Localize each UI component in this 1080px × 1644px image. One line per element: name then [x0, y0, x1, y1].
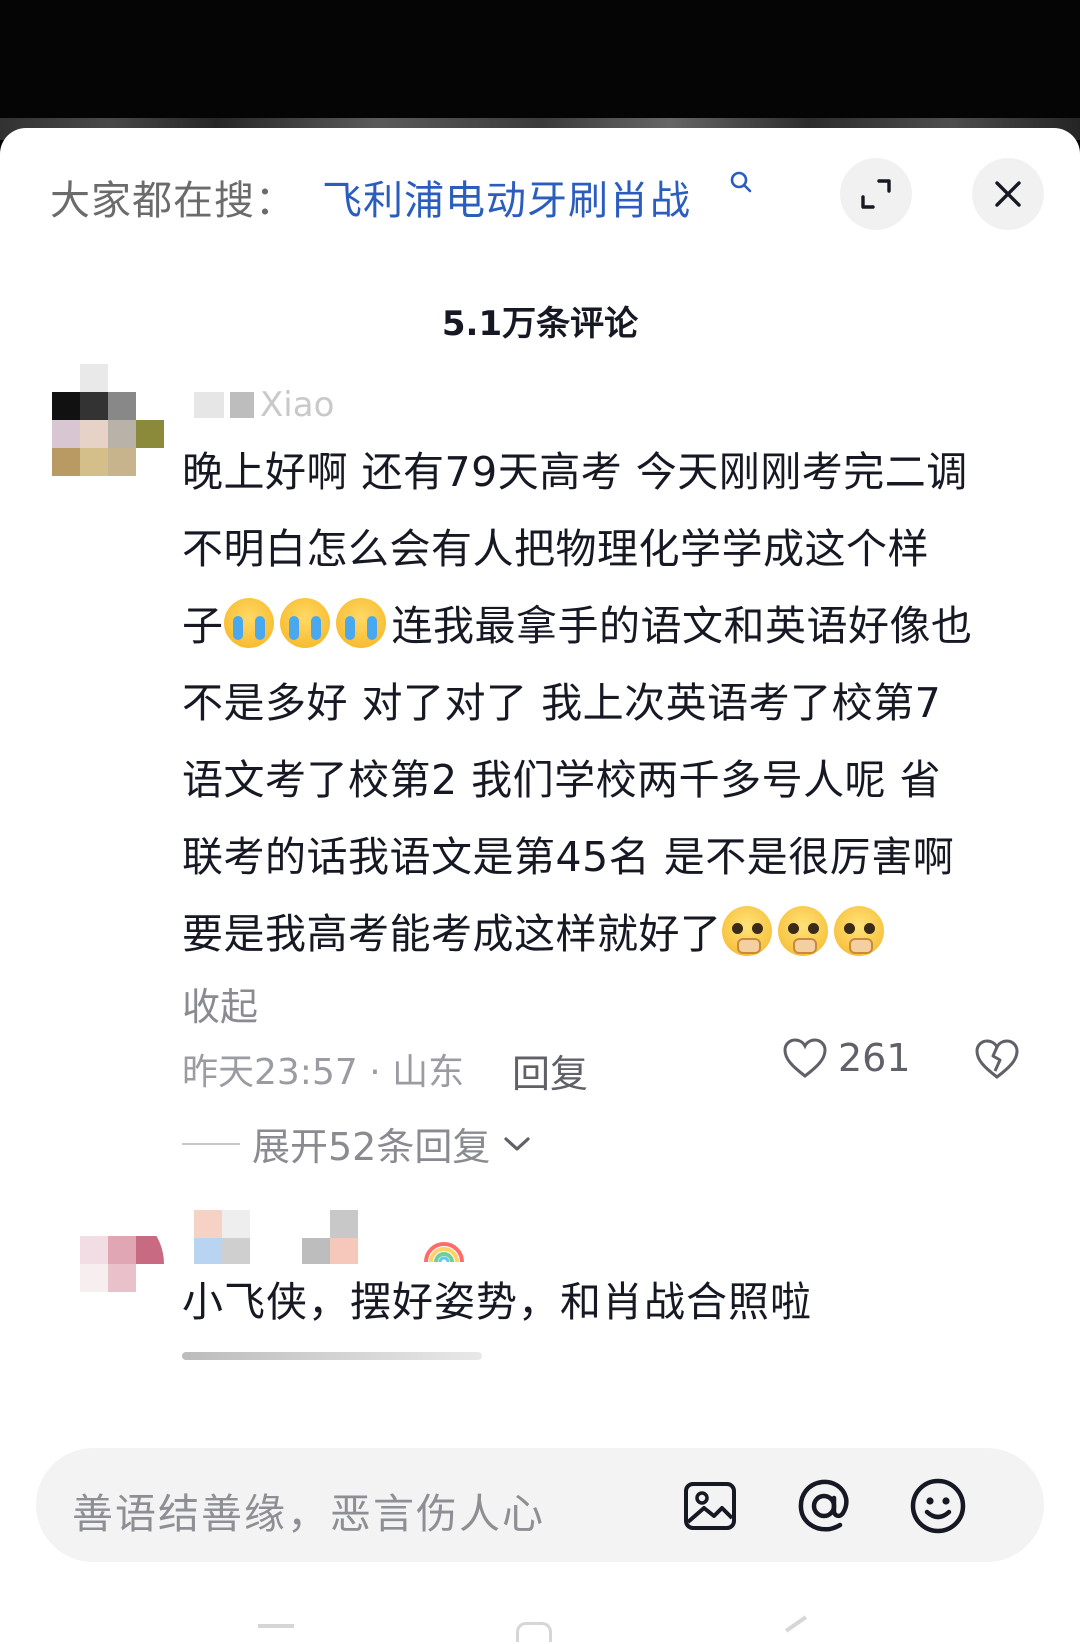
pleading-emoji [777, 906, 828, 956]
video-background [0, 0, 1080, 140]
avatar[interactable] [52, 1208, 164, 1320]
comment-time-location: 昨天23:57 · 山东 [182, 1052, 465, 1093]
username-text: Xiao [260, 385, 335, 425]
broken-heart-icon [975, 1039, 1019, 1079]
quoted-image-preview[interactable] [182, 1352, 482, 1360]
comment-line: 不是多好 对了对了 我上次英语考了校第7 [182, 679, 942, 727]
comment-line: 子 连我最拿手的语文和英语好像也 [182, 588, 1042, 665]
like-count: 261 [838, 1036, 911, 1080]
comment-line: 要是我高考能考成这样就好了 [182, 896, 1042, 973]
image-icon[interactable] [680, 1476, 740, 1536]
comment-line-text: 连我最拿手的语文和英语好像也 [391, 602, 973, 650]
comment-body: 晚上好啊 还有79天高考 今天刚刚考完二调 不明白怎么会有人把物理化学学成这个样… [182, 434, 1042, 973]
expand-icon [861, 179, 891, 209]
comment-count-title: 5.1万条评论 [441, 304, 639, 344]
expand-replies-label: 展开52条回复 [252, 1125, 491, 1169]
comment-line: 联考的话我语文是第45名 是不是很厉害啊 [182, 833, 955, 881]
comment-line: 晚上好啊 还有79天高考 今天刚刚考完二调 [182, 448, 968, 496]
expand-replies-button[interactable]: 展开52条回复 [182, 1116, 532, 1171]
expand-button[interactable] [840, 158, 912, 230]
username[interactable]: Xiao [194, 385, 354, 425]
avatar[interactable] [52, 364, 164, 476]
loudly-crying-emoji [279, 598, 330, 648]
close-icon [995, 181, 1021, 207]
close-button[interactable] [972, 158, 1044, 230]
heart-icon [783, 1038, 827, 1078]
username-blur-2 [194, 1238, 364, 1268]
search-icon[interactable] [728, 170, 754, 196]
like-button[interactable]: 261 [782, 1036, 911, 1080]
collapse-link[interactable]: 收起 [182, 976, 258, 1031]
comment-input-placeholder[interactable]: 善语结善缘，恶言伤人心 [72, 1480, 545, 1540]
loudly-crying-emoji [223, 598, 274, 648]
loudly-crying-emoji [335, 598, 386, 648]
username[interactable] [194, 1210, 364, 1240]
pleading-emoji [833, 906, 884, 956]
comment-body: 小飞侠，摆好姿势，和肖战合照啦 [182, 1278, 812, 1326]
chevron-down-icon [504, 1136, 530, 1151]
smiley-icon[interactable] [908, 1476, 968, 1536]
dislike-button[interactable] [974, 1038, 1020, 1084]
rainbow-emoji [424, 1242, 464, 1263]
comment-line-prefix: 子 [182, 602, 224, 650]
comment-line: 不明白怎么会有人把物理化学学成这个样 [182, 525, 929, 573]
search-suggestion-prefix: 大家都在搜： [50, 178, 296, 224]
divider-line [182, 1142, 240, 1145]
reply-button[interactable]: 回复 [512, 1043, 588, 1098]
sheet-header: 大家都在搜： 飞利浦电动牙刷肖战 [0, 128, 1080, 258]
comment-line-text: 要是我高考能考成这样就好了 [182, 910, 722, 958]
comments-sheet: 大家都在搜： 飞利浦电动牙刷肖战 5.1万条评论 Xiao 晚上好啊 还有79天… [0, 128, 1080, 1644]
at-icon[interactable] [794, 1476, 854, 1536]
search-suggestion-link[interactable]: 飞利浦电动牙刷肖战 [322, 168, 691, 226]
pleading-emoji [721, 906, 772, 956]
comment-input-bar[interactable]: 善语结善缘，恶言伤人心 [36, 1448, 1044, 1562]
comment-line: 语文考了校第2 我们学校两千多号人呢 省 [182, 756, 942, 804]
bottom-navigation-hint [0, 1615, 1080, 1644]
